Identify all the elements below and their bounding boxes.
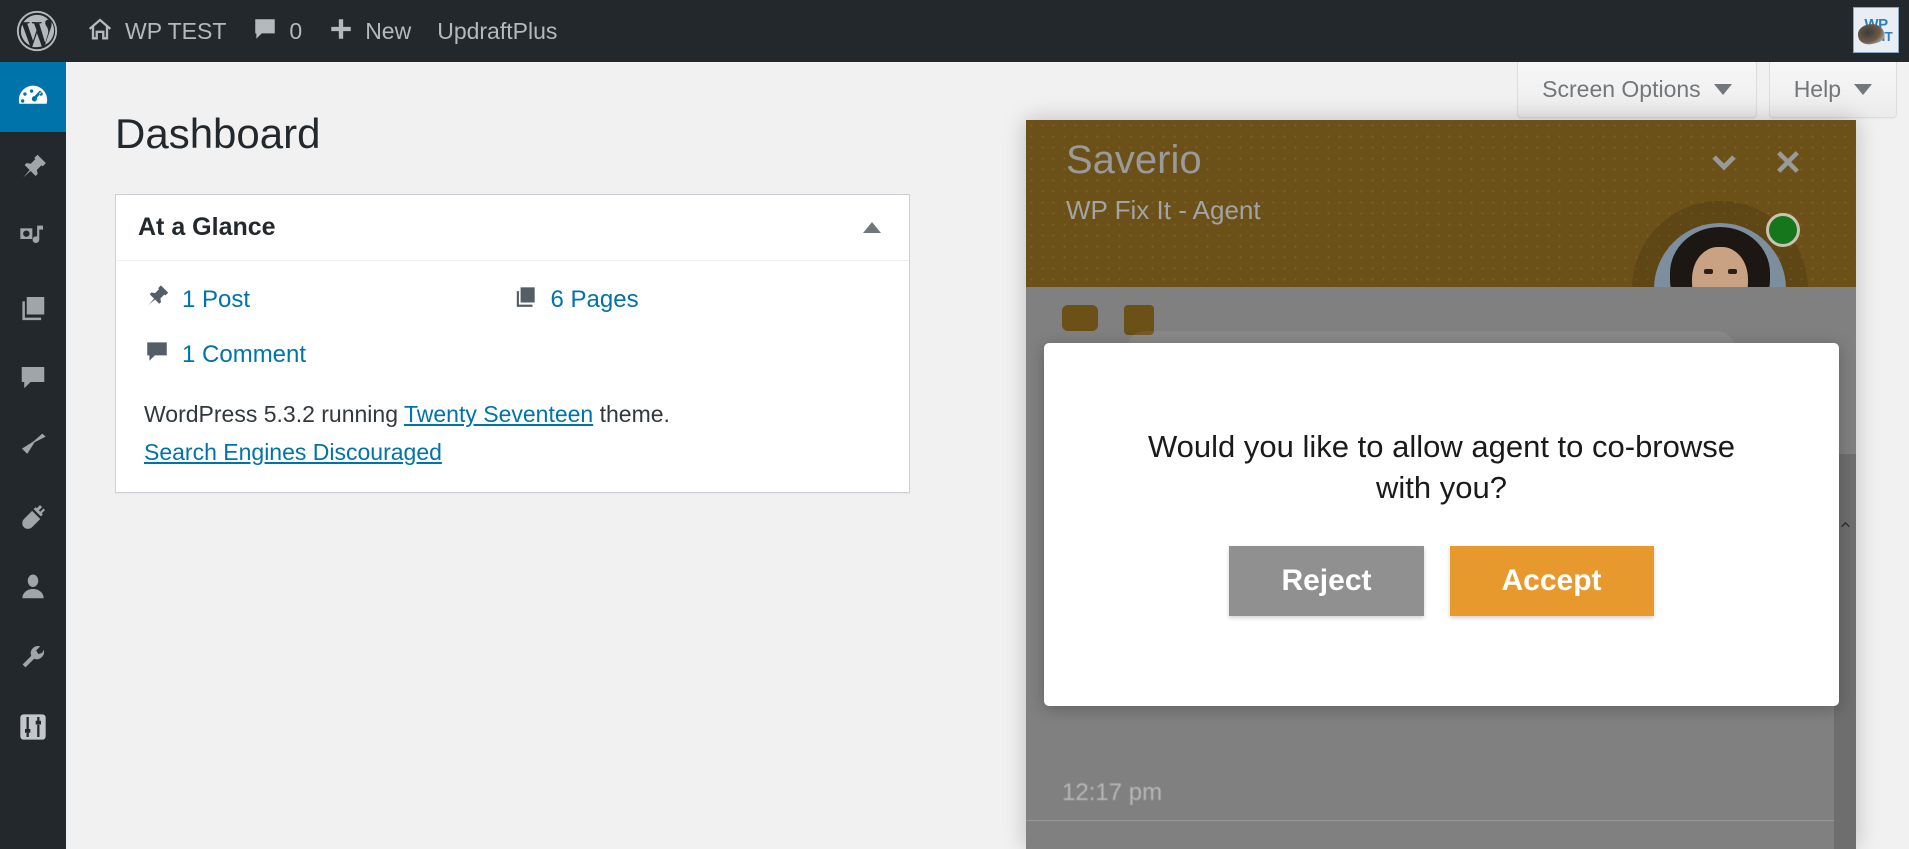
comment-icon: [18, 362, 48, 392]
chat-agent-name: Saverio: [1066, 138, 1202, 182]
wordpress-logo-icon: [14, 8, 60, 54]
help-button[interactable]: Help: [1768, 62, 1897, 118]
status-badge: [1766, 213, 1800, 247]
media-icon: [17, 221, 49, 253]
chat-agent-role: WP Fix It - Agent: [1066, 195, 1261, 225]
chat-header: Saverio WP Fix It - Agent: [1026, 120, 1856, 377]
comment-count: 0: [289, 17, 303, 44]
dashboard-icon: [16, 80, 50, 114]
chat-timestamp: 12:17 pm: [1062, 779, 1163, 806]
pages-icon: [513, 283, 539, 316]
at-a-glance-widget: At a Glance 1 Post 6 Pages 1 Comment Wor…: [115, 194, 910, 493]
theme-link[interactable]: Twenty Seventeen: [404, 401, 593, 427]
chevron-down-icon: [1707, 145, 1741, 184]
modal-question-text: Would you like to allow agent to co-brow…: [1147, 428, 1736, 505]
wp-admin-bar: WP TEST 0 New UpdraftPlus WP FIX IT: [0, 0, 1909, 62]
sidebar-item-plugins[interactable]: [0, 482, 66, 552]
avatar-eye-right: [1728, 269, 1737, 274]
at-a-glance-body: 1 Post 6 Pages 1 Comment WordPress 5.3.2…: [116, 261, 909, 492]
chat-toolbar-icons: [1062, 305, 1154, 335]
sidebar-item-pages[interactable]: [0, 272, 66, 342]
at-a-glance-stats: 1 Post 6 Pages 1 Comment: [144, 283, 881, 393]
avatar-eye-left: [1704, 269, 1713, 274]
screen: WP TEST 0 New UpdraftPlus WP FIX IT: [0, 0, 1909, 849]
version-suffix: theme.: [593, 401, 670, 427]
chat-toolbar-icon-1[interactable]: [1062, 305, 1098, 331]
screen-options-label: Screen Options: [1542, 76, 1701, 102]
paintbrush-icon: [17, 431, 49, 463]
sidebar-item-users[interactable]: [0, 552, 66, 622]
sliders-icon: [17, 711, 49, 743]
sidebar-item-posts[interactable]: [0, 132, 66, 202]
screen-options-button[interactable]: Screen Options: [1517, 62, 1757, 118]
stat-posts[interactable]: 1 Post: [144, 283, 513, 316]
screen-meta-links: Screen Options Help: [1517, 62, 1909, 118]
page-title: Dashboard: [115, 110, 321, 157]
chat-footer-divider: [1026, 820, 1856, 821]
version-prefix: WordPress 5.3.2 running: [144, 401, 404, 427]
stat-comments[interactable]: 1 Comment: [144, 338, 513, 371]
sidebar-item-media[interactable]: [0, 202, 66, 272]
chat-close-button[interactable]: [1766, 142, 1810, 186]
at-a-glance-title: At a Glance: [138, 213, 276, 241]
cobrowse-permission-modal: Would you like to allow agent to co-brow…: [1044, 343, 1839, 706]
wp-fix-it-logo[interactable]: WP FIX IT: [1853, 7, 1899, 53]
plug-icon: [18, 502, 48, 532]
chevron-down-icon: [1854, 84, 1872, 95]
adminbar-comments[interactable]: 0: [239, 0, 315, 62]
site-name-label: WP TEST: [125, 17, 227, 44]
stat-comments-label: 1 Comment: [182, 340, 307, 368]
help-label: Help: [1793, 76, 1841, 102]
adminbar-site-name[interactable]: WP TEST: [73, 0, 239, 62]
adminbar-new-content[interactable]: New: [315, 0, 424, 62]
new-label: New: [365, 17, 412, 44]
chevron-up-icon: [1839, 518, 1852, 536]
close-icon: [1772, 146, 1804, 183]
plus-icon: [328, 16, 354, 46]
user-icon: [18, 572, 48, 602]
chat-minimize-button[interactable]: [1702, 142, 1746, 186]
at-a-glance-header[interactable]: At a Glance: [116, 195, 909, 261]
sidebar-item-dashboard[interactable]: [0, 62, 74, 132]
comment-bubble-icon: [252, 16, 278, 46]
reject-button[interactable]: Reject: [1229, 546, 1424, 617]
home-icon: [86, 15, 114, 47]
search-engines-discouraged-link[interactable]: Search Engines Discouraged: [144, 439, 881, 466]
admin-sidebar-menu: [0, 62, 74, 849]
adminbar-wp-logo-item[interactable]: [0, 0, 73, 62]
sidebar-item-tools[interactable]: [0, 622, 66, 692]
sidebar-item-settings[interactable]: [0, 692, 66, 762]
wordpress-version-line: WordPress 5.3.2 running Twenty Seventeen…: [144, 397, 881, 433]
pages-icon: [18, 292, 48, 322]
sidebar-item-appearance[interactable]: [0, 412, 66, 482]
pin-icon: [144, 283, 170, 316]
modal-button-group: Reject Accept: [1229, 546, 1654, 617]
stat-pages-label: 6 Pages: [550, 285, 639, 313]
wrench-icon: [18, 642, 48, 672]
chevron-up-icon[interactable]: [863, 222, 881, 233]
pin-icon: [18, 152, 48, 182]
chevron-down-icon: [1713, 84, 1732, 95]
comment-icon: [144, 338, 170, 371]
adminbar-updraftplus[interactable]: UpdraftPlus: [424, 0, 570, 62]
accept-button[interactable]: Accept: [1449, 546, 1654, 617]
stat-posts-label: 1 Post: [182, 285, 251, 313]
stat-pages[interactable]: 6 Pages: [513, 283, 882, 316]
sidebar-item-comments[interactable]: [0, 342, 66, 412]
updraftplus-label: UpdraftPlus: [437, 17, 558, 44]
